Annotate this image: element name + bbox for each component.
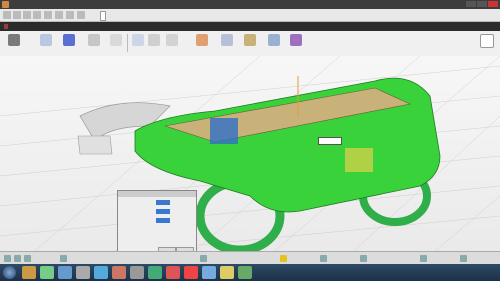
app-icon [2, 1, 9, 8]
measure-tool-icon[interactable] [268, 34, 280, 46]
utility-task-icon[interactable] [238, 266, 252, 279]
menu-icon-redo[interactable] [66, 11, 74, 19]
menu-icon-save[interactable] [44, 11, 52, 19]
render-tool-icon[interactable] [290, 34, 302, 46]
menu-icon-edit[interactable] [13, 11, 21, 19]
menu-icon-file[interactable] [3, 11, 11, 19]
panel-field-1[interactable] [156, 200, 170, 205]
window-controls [466, 1, 498, 7]
close-button[interactable] [488, 1, 498, 7]
cylinder-tool-icon[interactable] [63, 34, 75, 46]
highlight-face-shape[interactable] [345, 148, 373, 172]
taskbar [0, 264, 500, 281]
sphere-tool-icon[interactable] [88, 34, 100, 46]
notes-task-icon[interactable] [130, 266, 144, 279]
grid-toggle-icon[interactable] [14, 255, 21, 262]
window-titlebar [0, 0, 500, 9]
pan-icon[interactable] [460, 255, 467, 262]
orbit-icon[interactable] [420, 255, 427, 262]
panel-field-3[interactable] [156, 218, 170, 223]
warning-icon[interactable] [280, 255, 287, 262]
selected-face-shape[interactable] [210, 118, 238, 144]
camera-icon[interactable] [320, 255, 327, 262]
layer-icon[interactable] [60, 255, 67, 262]
menu-icon-tools[interactable] [33, 11, 41, 19]
media-task-icon[interactable] [58, 266, 72, 279]
ortho-toggle-icon[interactable] [24, 255, 31, 262]
chrome-task-icon[interactable] [184, 266, 198, 279]
status-bar [0, 251, 500, 265]
info-bar [0, 22, 500, 31]
rotate-tool-icon[interactable] [148, 34, 160, 46]
scale-tool-icon[interactable] [166, 34, 178, 46]
select-tool-icon[interactable] [8, 34, 20, 46]
snap-toggle-icon[interactable] [4, 255, 11, 262]
menu-icon-undo[interactable] [55, 11, 63, 19]
browser-task-icon[interactable] [40, 266, 54, 279]
panel-header [118, 191, 196, 197]
start-button-icon[interactable] [3, 266, 16, 279]
zoom-icon[interactable] [360, 255, 367, 262]
material-tool-icon[interactable] [244, 34, 256, 46]
model-scene [0, 56, 500, 264]
settings-task-icon[interactable] [202, 266, 216, 279]
box-tool-icon[interactable] [40, 34, 52, 46]
pattern-tool-icon[interactable] [196, 34, 208, 46]
align-tool-icon[interactable] [221, 34, 233, 46]
menu-icon-view[interactable] [23, 11, 31, 19]
steam-task-icon[interactable] [76, 266, 90, 279]
info-highlight[interactable] [4, 24, 8, 29]
menu-icon-options[interactable] [77, 11, 85, 19]
cad-task-icon[interactable] [112, 266, 126, 279]
ghost-bracket-shape [77, 135, 113, 155]
play-icon[interactable] [200, 255, 207, 262]
ribbon-toolbar [0, 22, 500, 57]
maximize-button[interactable] [477, 1, 487, 7]
move-tool-icon[interactable] [132, 34, 144, 46]
pdf-task-icon[interactable] [166, 266, 180, 279]
document-tab[interactable] [100, 11, 106, 21]
toolbar-divider [127, 34, 128, 52]
view-cube-icon[interactable] [480, 34, 494, 48]
folder-task-icon[interactable] [220, 266, 234, 279]
properties-panel [117, 190, 197, 258]
menu-bar [0, 9, 500, 22]
dimension-input[interactable] [318, 137, 342, 145]
explorer-task-icon[interactable] [22, 266, 36, 279]
panel-field-2[interactable] [156, 209, 170, 214]
skype-task-icon[interactable] [94, 266, 108, 279]
surface-tool-icon[interactable] [110, 34, 122, 46]
minimize-button[interactable] [466, 1, 476, 7]
calculator-task-icon[interactable] [148, 266, 162, 279]
3d-viewport[interactable] [0, 56, 500, 264]
